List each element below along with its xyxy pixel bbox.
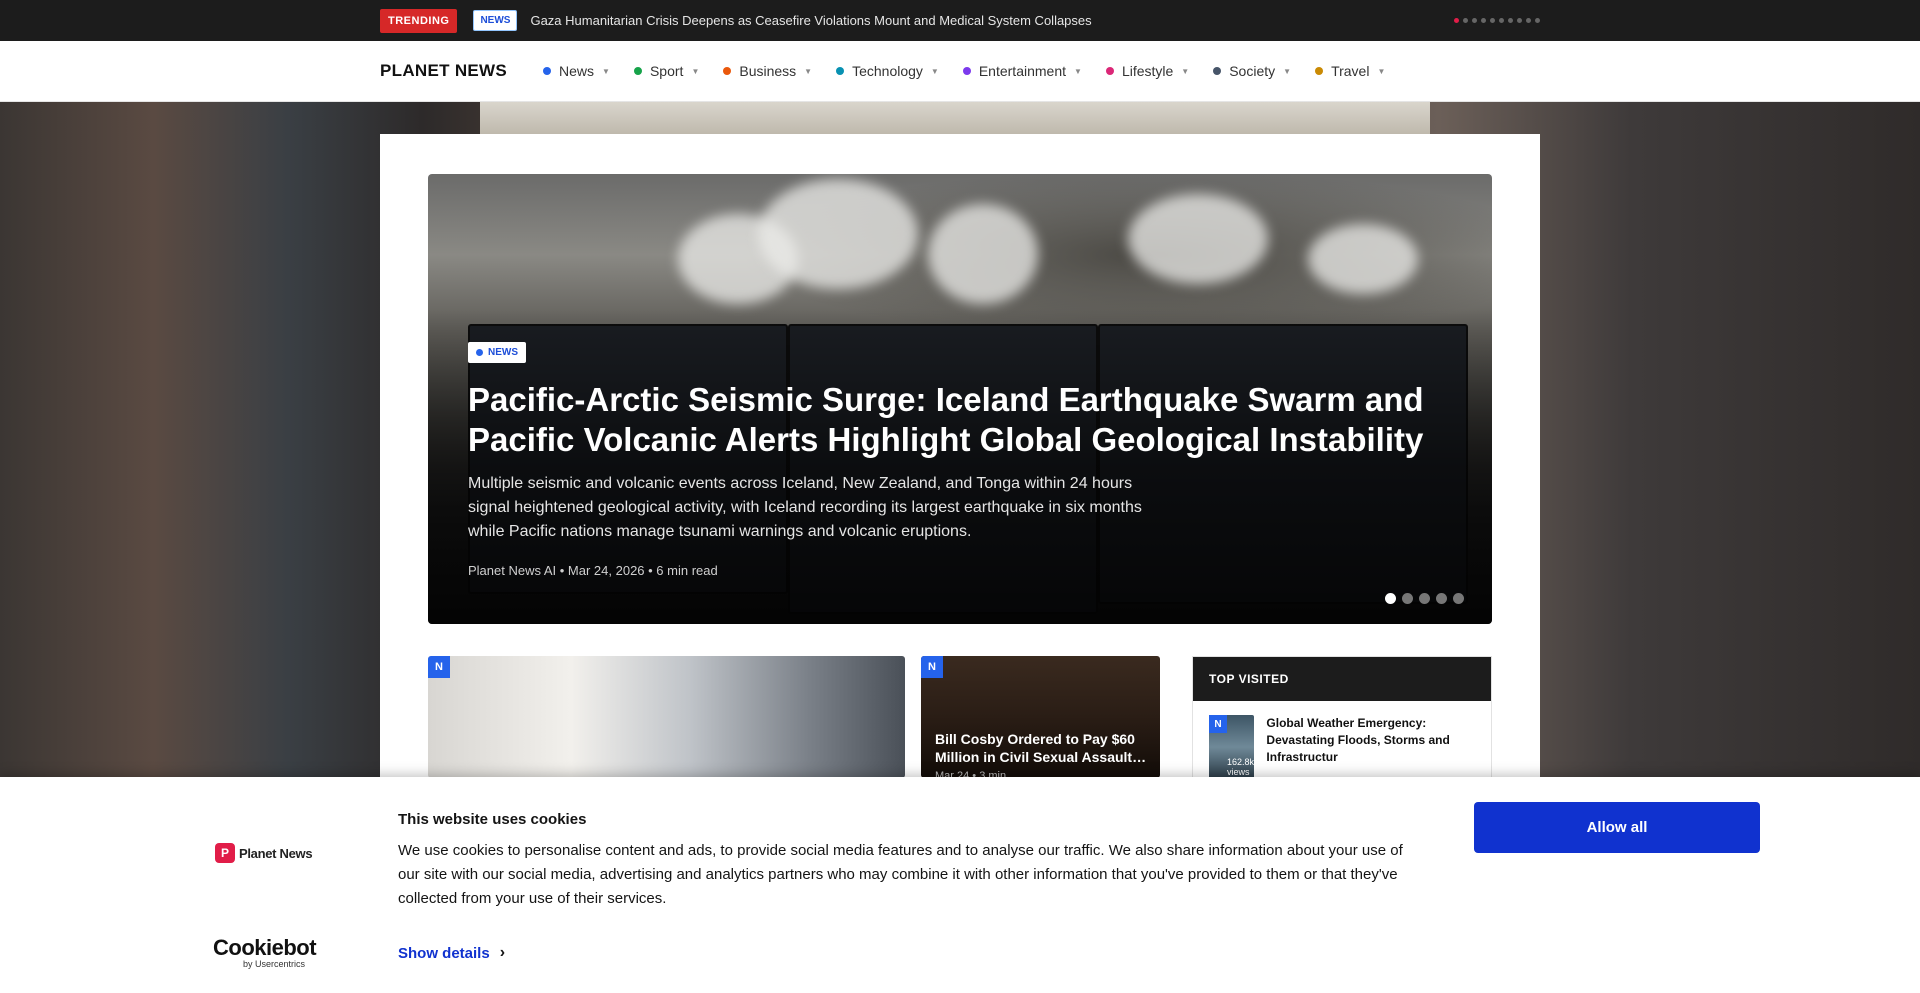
show-details-label: Show details <box>398 944 490 962</box>
trending-bar-inner: TRENDING NEWS Gaza Humanitarian Crisis D… <box>380 0 1540 41</box>
cookie-title: This website uses cookies <box>398 811 587 828</box>
ticker-dot[interactable] <box>1463 18 1468 23</box>
chevron-down-icon: ▼ <box>930 66 939 76</box>
article-tile-title[interactable]: Bill Cosby Ordered to Pay $60 Million in… <box>935 730 1150 766</box>
top-visited-heading: TOP VISITED <box>1193 657 1491 701</box>
carousel-dot[interactable] <box>1436 593 1447 604</box>
news-badge: N <box>1209 715 1227 733</box>
ticker-dot[interactable] <box>1490 18 1495 23</box>
news-badge: N <box>921 656 943 678</box>
top-visited-thumbnail[interactable]: N 162.8k views <box>1209 715 1255 779</box>
nav-item-business[interactable]: Business ▼ <box>723 63 812 79</box>
category-dot-icon <box>723 67 732 75</box>
ticker-dot[interactable] <box>1472 18 1477 23</box>
article-tile-election[interactable]: N <box>428 656 905 778</box>
carousel-dot[interactable] <box>1419 593 1430 604</box>
trending-headline-link[interactable]: Gaza Humanitarian Crisis Deepens as Ceas… <box>530 13 1091 28</box>
category-dot-icon <box>836 67 845 75</box>
ticker-dot[interactable] <box>1454 18 1459 23</box>
carousel-dot[interactable] <box>1385 593 1396 604</box>
cookie-site-logo: P Planet News <box>215 843 313 863</box>
hero-meta: Planet News AI • Mar 24, 2026 • 6 min re… <box>468 563 718 578</box>
news-badge: N <box>428 656 450 678</box>
top-visited-item[interactable]: N 162.8k views Global Weather Emergency:… <box>1209 715 1479 779</box>
top-visited-title[interactable]: Global Weather Emergency: Devastating Fl… <box>1266 715 1479 779</box>
nav-item-sport[interactable]: Sport ▼ <box>633 63 700 79</box>
chevron-right-icon: › <box>499 944 506 961</box>
chevron-down-icon: ▼ <box>804 66 813 76</box>
nav-item-label: Lifestyle <box>1121 63 1174 79</box>
category-dot-icon <box>962 67 971 75</box>
category-dot-icon <box>1315 67 1324 75</box>
category-dot-icon <box>1213 67 1222 75</box>
category-dot-icon <box>476 349 483 356</box>
category-dot-icon <box>543 67 552 75</box>
nav-item-entertainment[interactable]: Entertainment ▼ <box>962 63 1082 79</box>
hero-summary: Multiple seismic and volcanic events acr… <box>468 475 1142 540</box>
ticker-pagination <box>1454 18 1540 23</box>
top-visited-widget: TOP VISITED N 162.8k views Global Weathe… <box>1192 656 1492 779</box>
cookiebot-logo: Cookiebot by Usercentrics <box>213 935 317 970</box>
hero-carousel-pagination <box>1385 593 1464 604</box>
ticker-dot[interactable] <box>1526 18 1531 23</box>
nav-item-lifestyle[interactable]: Lifestyle ▼ <box>1105 63 1190 79</box>
nav-item-label: News <box>559 63 595 79</box>
main-navigation: PLANET NEWS News ▼ Sport ▼ Business ▼ Technolo… <box>0 41 1920 102</box>
cookie-body: We use cookies to personalise content an… <box>398 842 1403 907</box>
trending-bar: TRENDING NEWS Gaza Humanitarian Crisis D… <box>0 0 1920 41</box>
ticker-dot[interactable] <box>1499 18 1504 23</box>
nav-item-news[interactable]: News ▼ <box>543 63 610 79</box>
carousel-dot[interactable] <box>1453 593 1464 604</box>
main-navigation-inner: PLANET NEWS News ▼ Sport ▼ Business ▼ Technolo… <box>380 41 1540 101</box>
category-menu: News ▼ Sport ▼ Business ▼ Technology ▼ Entertain… <box>543 63 1409 79</box>
show-details-link[interactable]: Show details › <box>398 944 505 962</box>
cookie-consent-banner: P Planet News Cookiebot by Usercentrics … <box>0 777 1920 993</box>
ticker-dot[interactable] <box>1517 18 1522 23</box>
carousel-dot[interactable] <box>1402 593 1413 604</box>
nav-item-travel[interactable]: Travel ▼ <box>1315 63 1385 79</box>
category-dot-icon <box>1105 67 1114 75</box>
hero-category-badge[interactable]: NEWS <box>468 342 526 363</box>
top-visited-views: 162.8k views <box>1227 757 1255 777</box>
nav-item-society[interactable]: Society ▼ <box>1213 63 1291 79</box>
hero-title[interactable]: Pacific-Arctic Seismic Surge: Iceland Ea… <box>468 380 1468 460</box>
allow-all-button[interactable]: Allow all <box>1474 802 1760 853</box>
hero-article[interactable]: NEWS Pacific-Arctic Seismic Surge: Icela… <box>428 174 1492 624</box>
ticker-dot[interactable] <box>1508 18 1513 23</box>
nav-item-label: Society <box>1229 63 1276 79</box>
background-newspaper-strip <box>480 102 1430 134</box>
planet-news-logo-icon: P <box>215 843 235 863</box>
nav-item-technology[interactable]: Technology ▼ <box>836 63 939 79</box>
ticker-dot[interactable] <box>1481 18 1486 23</box>
cookiebot-logo-subtext: by Usercentrics <box>243 959 306 969</box>
trending-label: TRENDING <box>380 8 458 33</box>
chevron-down-icon: ▼ <box>1283 66 1292 76</box>
site-logo[interactable]: PLANET NEWS <box>380 61 507 81</box>
nav-item-label: Entertainment <box>978 63 1067 79</box>
ticker-dot[interactable] <box>1535 18 1540 23</box>
hero-category-label: NEWS <box>488 347 518 358</box>
chevron-down-icon: ▼ <box>1377 66 1386 76</box>
cookie-logo-text: Planet News <box>239 845 313 861</box>
chevron-down-icon: ▼ <box>691 66 700 76</box>
cookiebot-logo-text: Cookiebot <box>213 935 317 960</box>
category-dot-icon <box>633 67 642 75</box>
chevron-down-icon: ▼ <box>1074 66 1082 76</box>
chevron-down-icon: ▼ <box>602 66 610 76</box>
trending-category-badge[interactable]: NEWS <box>473 10 518 31</box>
nav-item-label: Travel <box>1331 63 1370 79</box>
nav-item-label: Business <box>739 63 797 79</box>
nav-item-label: Sport <box>649 63 684 79</box>
nav-item-label: Technology <box>852 63 923 79</box>
chevron-down-icon: ▼ <box>1181 66 1190 76</box>
article-tile-cosby[interactable]: N Bill Cosby Ordered to Pay $60 Million … <box>921 656 1160 778</box>
